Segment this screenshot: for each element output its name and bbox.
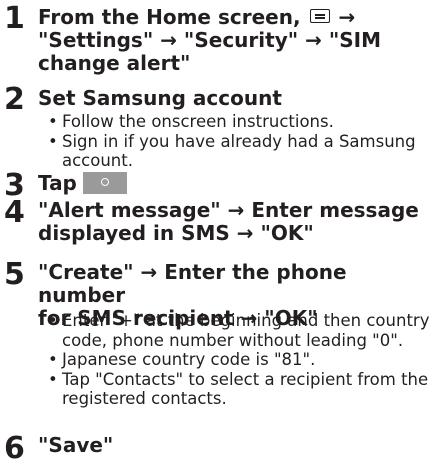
step-instruction: Tap [38, 172, 437, 195]
bullet-list: Enter "+" at the beginning and then coun… [48, 311, 437, 409]
step-number: 5 [4, 257, 25, 292]
list-item-text: Sign in if you have already had a Samsun… [62, 131, 416, 171]
step-number: 1 [4, 1, 25, 36]
menu-key-icon [309, 9, 330, 23]
step-instruction: "Alert message" → Enter message displaye… [38, 199, 437, 245]
step-text: From the Home screen, [38, 5, 308, 29]
step-title: Set Samsung account [38, 86, 282, 110]
step-text: displayed in SMS → "OK" [38, 221, 314, 245]
toggle-off-icon [82, 172, 127, 194]
step-text: "Create" → Enter the phone number [38, 260, 347, 307]
step-text: "Alert message" → Enter message [38, 198, 419, 222]
step-instruction: From the Home screen, → "Settings" → "Se… [38, 6, 437, 75]
step-title: Tap [38, 171, 77, 195]
step-text: → [331, 5, 356, 29]
step-number: 4 [4, 195, 25, 230]
list-item: Sign in if you have already had a Samsun… [48, 132, 437, 171]
step-text: change alert" [38, 51, 191, 75]
list-item: Japanese country code is "81". [48, 350, 437, 370]
list-item: Enter "+" at the beginning and then coun… [48, 311, 437, 350]
list-item: Tap "Contacts" to select a recipient fro… [48, 370, 437, 409]
bullet-list: Follow the onscreen instructions. Sign i… [48, 112, 437, 171]
list-item: Follow the onscreen instructions. [48, 112, 437, 132]
step-number: 2 [4, 82, 25, 117]
step-text: "Settings" → "Security" → "SIM [38, 28, 381, 52]
step-number: 6 [4, 431, 25, 466]
step-title: "Save" [38, 433, 114, 457]
